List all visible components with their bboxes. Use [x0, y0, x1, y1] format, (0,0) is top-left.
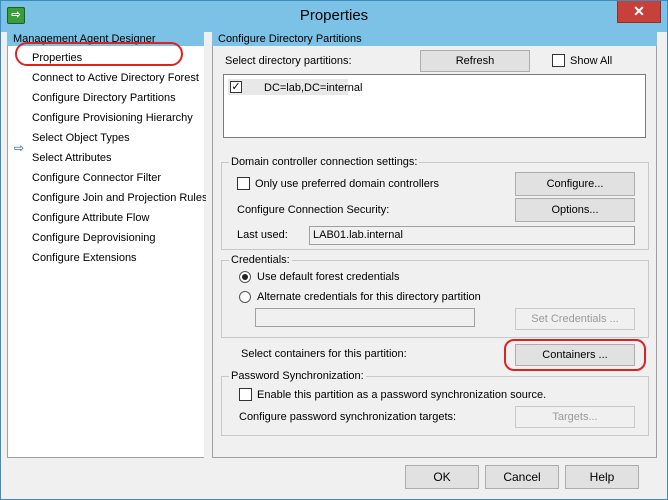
options-button[interactable]: Options...	[515, 198, 635, 222]
show-all-label: Show All	[570, 55, 613, 67]
nav-item-extensions[interactable]: Configure Extensions	[32, 250, 137, 266]
alternate-credentials-label: Alternate credentials for this directory…	[257, 291, 481, 303]
help-button[interactable]: Help	[565, 465, 639, 489]
dc-settings-title: Domain controller connection settings:	[229, 156, 420, 168]
targets-button[interactable]: Targets...	[515, 406, 635, 428]
configure-button[interactable]: Configure...	[515, 172, 635, 196]
preferred-dc-checkbox[interactable]	[237, 177, 250, 190]
nav-item-object-types[interactable]: Select Object Types	[32, 130, 130, 146]
partitions-panel: Select directory partitions: Refresh Sho…	[212, 46, 657, 458]
default-credentials-radio[interactable]	[239, 271, 251, 283]
selection-highlight-oval	[15, 42, 183, 66]
show-all-checkbox[interactable]	[552, 54, 565, 67]
password-targets-label: Configure password synchronization targe…	[239, 411, 457, 423]
right-pane-header: Configure Directory Partitions	[212, 32, 657, 46]
ok-button[interactable]: OK	[405, 465, 479, 489]
nav-item-configure-partitions[interactable]: Configure Directory Partitions	[32, 90, 176, 106]
nav-item-join-projection[interactable]: Configure Join and Projection Rules	[32, 190, 208, 206]
nav-item-provisioning-hierarchy[interactable]: Configure Provisioning Hierarchy	[32, 110, 193, 126]
partition-list-item[interactable]: ✓ DC=lab,DC=internal	[228, 79, 362, 95]
default-credentials-label: Use default forest credentials	[257, 271, 400, 283]
last-used-field: LAB01.lab.internal	[309, 226, 635, 245]
partition-checkbox[interactable]: ✓	[230, 81, 242, 93]
nav-tree: Properties Connect to Active Directory F…	[7, 46, 208, 458]
nav-item-deprovisioning[interactable]: Configure Deprovisioning	[32, 230, 156, 246]
title-bar[interactable]: ⇨ Properties ✕	[1, 1, 667, 32]
connection-security-label: Configure Connection Security:	[237, 204, 390, 216]
password-sync-title: Password Synchronization:	[229, 370, 366, 382]
containers-label: Select containers for this partition:	[241, 348, 407, 360]
nav-item-attributes[interactable]: Select Attributes	[32, 150, 112, 166]
nav-item-connect-forest[interactable]: Connect to Active Directory Forest	[32, 70, 199, 86]
alternate-credentials-radio[interactable]	[239, 291, 251, 303]
alternate-credentials-field	[255, 308, 475, 327]
nav-item-connector-filter[interactable]: Configure Connector Filter	[32, 170, 161, 186]
preferred-dc-label: Only use preferred domain controllers	[255, 178, 440, 190]
set-credentials-button[interactable]: Set Credentials ...	[515, 308, 635, 330]
partitions-list[interactable]: ✓ DC=lab,DC=internal	[223, 74, 646, 138]
credentials-title: Credentials:	[229, 254, 292, 266]
password-sync-checkbox[interactable]	[239, 388, 252, 401]
containers-highlight-oval	[504, 339, 646, 371]
selected-arrow-icon: ⇨	[14, 141, 25, 155]
window-title: Properties	[299, 7, 369, 24]
password-sync-label: Enable this partition as a password sync…	[257, 389, 547, 401]
partition-label: DC=lab,DC=internal	[264, 82, 363, 94]
cancel-button[interactable]: Cancel	[485, 465, 559, 489]
properties-window: ⇨ Properties ✕ Management Agent Designer…	[0, 0, 668, 500]
pane-splitter[interactable]	[206, 46, 211, 458]
nav-item-attribute-flow[interactable]: Configure Attribute Flow	[32, 210, 149, 226]
close-button[interactable]: ✕	[617, 1, 661, 23]
refresh-button[interactable]: Refresh	[420, 50, 530, 72]
last-used-label: Last used:	[237, 229, 288, 241]
select-partitions-label: Select directory partitions:	[225, 55, 352, 67]
